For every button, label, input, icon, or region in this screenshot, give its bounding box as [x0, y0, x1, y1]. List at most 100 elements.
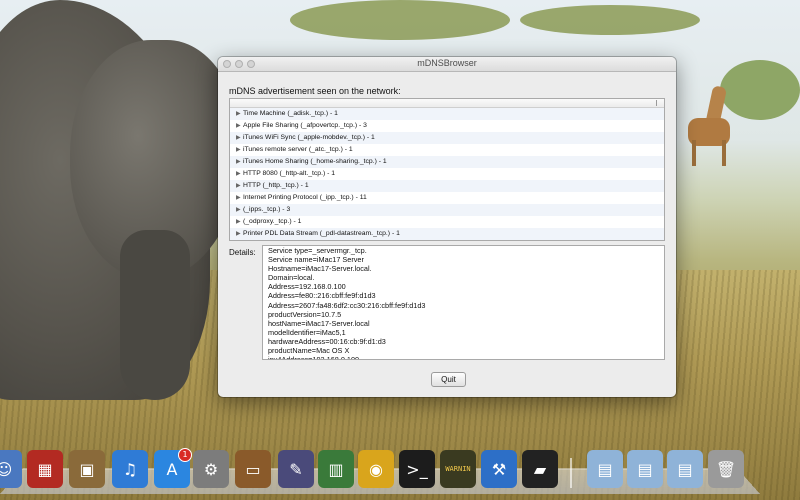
- service-label: HTTP (_http._tcp.) - 1: [243, 182, 309, 189]
- service-row[interactable]: ▶ Apple File Sharing (_afpovertcp._tcp.) …: [230, 120, 664, 132]
- details-line: hardwareAddress=00:16:cb:9f:d1:d3: [268, 336, 386, 346]
- dock-glyph: >_: [406, 459, 428, 479]
- notification-badge: 1: [178, 448, 192, 462]
- outline-header[interactable]: [230, 99, 664, 108]
- details-line: Address=192.168.0.100: [268, 282, 346, 292]
- details-line: Hostname=iMac17-Server.local.: [268, 264, 372, 274]
- service-label: iTunes Home Sharing (_home-sharing._tcp.…: [243, 158, 387, 165]
- dock-glyph: ▤: [597, 459, 613, 479]
- photo-booth-icon[interactable]: ▦: [27, 450, 63, 488]
- script-editor-icon[interactable]: ✎: [278, 450, 314, 488]
- disclosure-triangle-icon[interactable]: ▶: [236, 168, 243, 180]
- column-separator[interactable]: [656, 100, 657, 106]
- dock-glyph: ▰: [533, 459, 547, 479]
- disclosure-triangle-icon[interactable]: ▶: [236, 180, 243, 192]
- service-row[interactable]: ▶ (_ipps._tcp.) - 3: [230, 204, 664, 216]
- dock-glyph: ▥: [328, 459, 344, 479]
- disclosure-triangle-icon[interactable]: ▶: [236, 216, 243, 228]
- dock-glyph: ▭: [245, 459, 261, 479]
- services-heading: mDNS advertisement seen on the network:: [229, 86, 401, 96]
- service-row[interactable]: ▶ (_odproxy._tcp.) - 1: [230, 216, 664, 228]
- details-line: Domain=local.: [268, 273, 315, 283]
- acacia-tree: [290, 0, 510, 40]
- service-row[interactable]: ▶ Printer PDL Data Stream (_pdl-datastrea…: [230, 228, 664, 240]
- service-label: Apple File Sharing (_afpovertcp._tcp.) -…: [243, 122, 367, 129]
- app-store-icon[interactable]: A1: [154, 448, 192, 488]
- disclosure-triangle-icon[interactable]: ▶: [236, 108, 243, 120]
- details-line: productName=Mac OS X: [268, 346, 350, 356]
- service-row[interactable]: ▶ HTTP 8080 (_http-alt._tcp.) - 1: [230, 168, 664, 180]
- numbers-icon[interactable]: ▥: [318, 450, 354, 488]
- service-row[interactable]: ▶ HTTP (_http._tcp.) - 1: [230, 180, 664, 192]
- dock-glyph: A: [166, 459, 178, 479]
- dock-glyph: ▤: [637, 459, 653, 479]
- dock-glyph: ▦: [37, 459, 53, 479]
- dock-glyph: 🗑: [715, 459, 737, 479]
- console-icon[interactable]: WARNIN: [440, 450, 476, 488]
- terminal-icon[interactable]: >_: [399, 450, 435, 488]
- xcode-icon[interactable]: ⚒: [481, 450, 517, 488]
- service-label: (_ipps._tcp.) - 3: [243, 206, 291, 213]
- finder-partial-icon[interactable]: ☺: [0, 450, 22, 488]
- service-label: Internet Printing Protocol (_ipp._tcp.) …: [243, 194, 367, 201]
- dock-glyph: ◉: [369, 459, 383, 479]
- system-preferences-icon[interactable]: ⚙: [193, 450, 229, 488]
- disclosure-triangle-icon[interactable]: ▶: [236, 120, 243, 132]
- details-line: Address=2607:fa48:6df2:cc30:216:cbff:fe9…: [268, 300, 426, 310]
- keynote-icon[interactable]: ▭: [235, 450, 271, 488]
- dock-glyph: ♫: [122, 459, 138, 479]
- dock-glyph: ✎: [289, 459, 303, 479]
- details-label: Details:: [229, 248, 256, 257]
- itunes-icon[interactable]: ♫: [112, 450, 148, 488]
- service-label: Printer PDL Data Stream (_pdl-datastream…: [243, 230, 400, 237]
- service-row[interactable]: ▶ Internet Printing Protocol (_ipp._tcp.)…: [230, 192, 664, 204]
- flashlight-icon[interactable]: ▰: [522, 450, 558, 488]
- documents-folder-icon[interactable]: ▤: [667, 450, 703, 488]
- quit-button[interactable]: Quit: [431, 372, 466, 387]
- dock-glyph: ☺: [0, 459, 13, 479]
- downloads-folder-icon[interactable]: ▤: [587, 450, 623, 488]
- window-title: mDNSBrowser: [417, 58, 477, 68]
- service-label: HTTP 8080 (_http-alt._tcp.) - 1: [243, 170, 336, 177]
- service-row[interactable]: ▶ Time Machine (_adisk._tcp.) - 1: [230, 108, 664, 120]
- dock-glyph: ⚙: [203, 459, 219, 479]
- disclosure-triangle-icon[interactable]: ▶: [236, 156, 243, 168]
- disclosure-triangle-icon[interactable]: ▶: [236, 204, 243, 216]
- giraffe-leg: [722, 140, 726, 166]
- details-line: Service name=iMac17 Server: [268, 255, 364, 265]
- elephant-trunk: [120, 230, 190, 400]
- details-text-view[interactable]: Service type=_servermgr._tcp. Service nam…: [262, 245, 665, 360]
- acacia-tree: [720, 60, 800, 120]
- dock-glyph: ▤: [677, 459, 693, 479]
- service-label: Time Machine (_adisk._tcp.) - 1: [243, 110, 338, 117]
- applications-folder-icon[interactable]: ▤: [627, 450, 663, 488]
- details-line: hostName=iMac17-Server.local: [268, 318, 370, 328]
- mdnsbrowser-window: mDNSBrowser mDNS advertisement seen on t…: [218, 57, 676, 397]
- disclosure-triangle-icon[interactable]: ▶: [236, 132, 243, 144]
- services-outline-view[interactable]: ▶ Time Machine (_adisk._tcp.) - 1 ▶ Apple F…: [229, 98, 665, 241]
- acacia-tree: [520, 5, 700, 35]
- service-label: iTunes WiFi Sync (_apple-mobdev._tcp.) -…: [243, 134, 375, 141]
- details-line: Address=fe80::216:cbff:fe9f:d1d3: [268, 291, 376, 301]
- trash-icon[interactable]: 🗑: [708, 450, 744, 488]
- title-bar[interactable]: mDNSBrowser: [218, 57, 676, 72]
- service-label: iTunes remote server (_atc._tcp.) - 1: [243, 146, 353, 153]
- disclosure-triangle-icon[interactable]: ▶: [236, 192, 243, 204]
- iphoto-icon[interactable]: ▣: [69, 450, 105, 488]
- details-content: Service type=_servermgr._tcp. Service nam…: [263, 246, 664, 359]
- dock-glyph: WARNIN: [445, 465, 471, 473]
- chrome-icon[interactable]: ◉: [358, 450, 394, 488]
- service-row[interactable]: ▶ iTunes Home Sharing (_home-sharing._tcp…: [230, 156, 664, 168]
- dock-glyph: ⚒: [491, 459, 507, 479]
- details-line: Service type=_servermgr._tcp.: [268, 246, 367, 255]
- service-label: (_odproxy._tcp.) - 1: [243, 218, 302, 225]
- giraffe-leg: [692, 140, 696, 166]
- disclosure-triangle-icon[interactable]: ▶: [236, 228, 243, 240]
- details-line: productVersion=10.7.5: [268, 309, 342, 319]
- dock-separator: [570, 458, 572, 488]
- service-list: ▶ Time Machine (_adisk._tcp.) - 1 ▶ Apple F…: [230, 108, 664, 240]
- disclosure-triangle-icon[interactable]: ▶: [236, 144, 243, 156]
- service-row[interactable]: ▶ iTunes WiFi Sync (_apple-mobdev._tcp.) …: [230, 132, 664, 144]
- dock-glyph: ▣: [79, 459, 95, 479]
- service-row[interactable]: ▶ iTunes remote server (_atc._tcp.) - 1: [230, 144, 664, 156]
